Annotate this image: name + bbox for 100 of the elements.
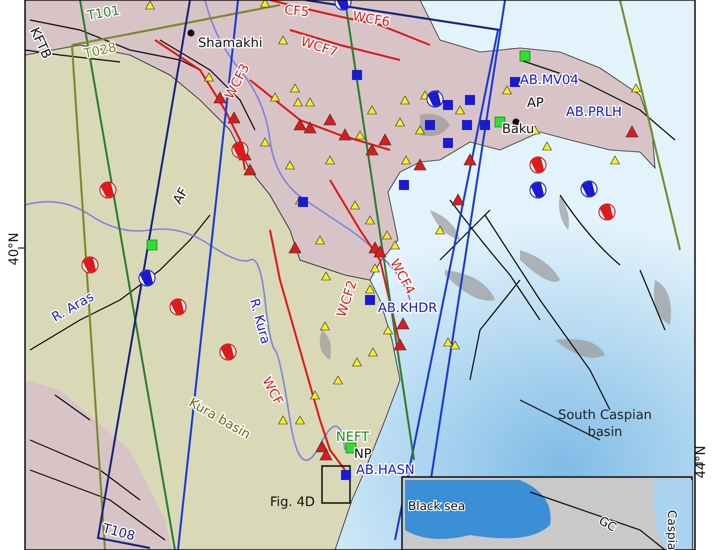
focal-mechanism-icon [580,180,598,198]
station-marker [480,120,490,130]
triangle-marker [382,230,392,240]
station-marker [298,197,308,207]
place-label: AP [527,96,544,111]
triangle-marker [370,263,380,272]
focal-mechanism-icon [598,204,616,220]
large-triangle-marker [414,158,426,170]
triangle-marker [314,235,326,244]
triangle-marker [304,97,316,106]
large-triangle-marker [374,245,386,258]
fault-label: CF5 [284,3,310,20]
triangle-marker [284,160,296,170]
figure-box-label: Fig. 4D [270,495,315,510]
triangle-marker [332,375,344,384]
large-triangle-marker [452,193,464,206]
station-label: AB.MV04 [520,73,579,88]
focal-mechanism-icon [170,298,186,316]
station-marker [462,120,472,130]
focal-mechanism-icon [220,344,236,360]
triangle-marker [364,215,376,224]
large-triangle-marker [396,317,410,330]
large-triangle-marker [464,153,476,166]
basin-label: South Caspian basin [557,408,653,442]
triangle-marker [366,105,378,114]
focal-mechanism-icon [530,182,546,198]
large-triangle-marker [324,113,336,126]
triangle-marker [278,415,288,424]
profile-label: T108 [100,521,136,544]
triangle-marker [400,155,412,164]
structure-label: AF [170,185,192,207]
station-marker [346,442,356,454]
triangle-marker [394,117,406,126]
large-triangle-marker [316,440,328,452]
triangle-marker [350,200,360,210]
focal-mechanism-icon [232,142,248,158]
fault-label: WCF7 [298,34,340,60]
triangle-marker [354,130,366,140]
triangle-marker [400,95,410,104]
station-label: NEFT [336,430,370,445]
large-triangle-marker [288,241,302,254]
latitude-label: 44°N [694,446,709,478]
triangle-marker [610,155,620,164]
station-marker [341,470,351,480]
river-label: R. Aras [50,290,97,326]
triangle-marker [290,83,300,92]
triangle-marker [454,105,466,114]
triangle-marker [260,0,270,8]
station-marker [425,120,435,130]
focal-mechanism-icon [82,256,98,274]
station-label: AB.PRLH [566,105,622,120]
focal-mechanism-icon [100,182,116,198]
triangle-marker [260,137,270,146]
triangle-marker [364,284,376,294]
large-triangle-marker [320,448,332,460]
large-triangle-marker [244,163,256,176]
large-triangle-marker [294,118,306,130]
triangle-marker [294,415,306,424]
triangle-marker [144,0,156,10]
triangle-marker [414,125,426,134]
triangle-marker [442,337,454,346]
station-marker [510,77,520,87]
profile-label: T101 [86,3,121,24]
triangle-marker [278,35,288,44]
profile-label: T028 [82,40,118,62]
city-dot [188,30,194,36]
triangle-marker [502,85,512,94]
triangle-marker [382,325,394,334]
triangle-marker [320,271,332,280]
place-label: Baku [502,122,534,137]
focal-mechanism-icon [426,90,444,108]
station-marker [443,138,453,148]
triangle-marker [542,141,552,150]
figure-box [321,465,351,504]
triangle-marker [390,240,400,250]
triangle-marker [310,390,320,400]
triangle-marker [352,357,362,366]
station-marker [352,70,362,80]
focal-mechanism-icon [530,156,546,174]
station-marker [399,180,409,190]
structure-label: KFTB [26,25,54,62]
large-triangle-marker [366,143,378,156]
large-triangle-marker [304,121,316,134]
station-marker [520,50,530,62]
inset-label: Black sea [408,499,466,513]
fault-label: WCF [258,374,286,408]
station-marker [443,100,453,110]
triangle-marker [292,97,304,106]
large-triangle-marker [378,133,392,146]
triangle-marker [368,347,378,356]
triangle-marker [450,340,460,350]
triangle-marker [324,155,336,164]
large-triangle-marker [338,128,352,140]
station-marker [146,240,158,250]
focal-mechanism-icon [334,0,352,10]
river-label: R. Kura [246,297,273,346]
triangle-marker [630,83,642,92]
large-triangle-marker [228,111,240,124]
triangle-marker [434,225,446,234]
triangle-marker [270,92,280,102]
